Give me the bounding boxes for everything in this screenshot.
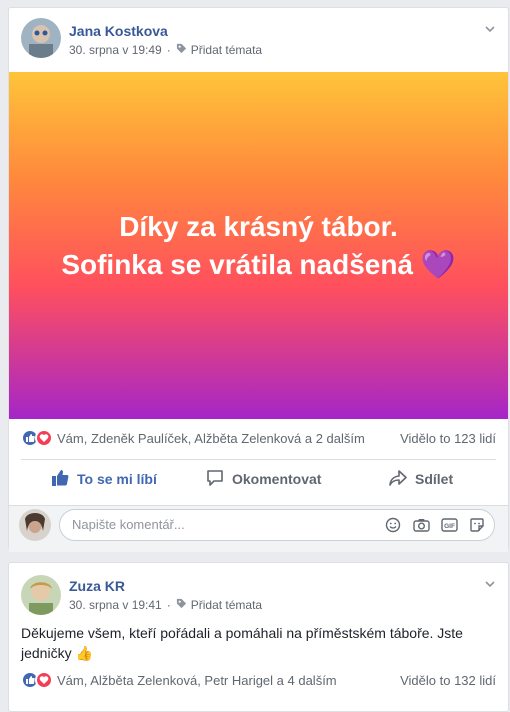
- author-name[interactable]: Zuza KR: [69, 578, 125, 594]
- reactions-summary[interactable]: Vám, Zdeněk Paulíček, Alžběta Zelenková …: [21, 427, 365, 449]
- comment-input[interactable]: Napište komentář... GIF: [59, 509, 495, 541]
- share-button-label: Sdílet: [415, 471, 454, 487]
- comment-button[interactable]: Okomentovat: [206, 462, 321, 496]
- love-reaction-icon: [35, 429, 53, 447]
- post-card: Jana Kostkova 30. srpna v 19:49 · Přidat…: [8, 7, 509, 552]
- post-background-banner: Díky za krásný tábor. Sofinka se vrátila…: [9, 72, 508, 419]
- banner-text-line-1: Díky za krásný tábor.: [119, 210, 398, 242]
- chevron-down-icon[interactable]: [484, 577, 496, 589]
- author-avatar[interactable]: [21, 18, 61, 58]
- post-date[interactable]: 30. srpna v 19:41: [69, 598, 162, 612]
- svg-text:GIF: GIF: [444, 523, 455, 530]
- tag-icon: [176, 598, 187, 612]
- love-reaction-icon: [35, 671, 53, 689]
- add-topics-link[interactable]: Přidat témata: [191, 598, 262, 612]
- like-button-label: To se mi líbí: [77, 471, 157, 487]
- reactions-summary[interactable]: Vám, Alžběta Zelenková, Petr Harigel a 4…: [21, 669, 337, 691]
- post-card: Zuza KR 30. srpna v 19:41 · Přidat témat…: [8, 562, 509, 712]
- post-meta: 30. srpna v 19:49 · Přidat témata: [69, 43, 263, 57]
- comment-composer: Napište komentář... GIF: [9, 505, 508, 552]
- comment-input-placeholder: Napište komentář...: [72, 517, 185, 532]
- reactions-text: Vám, Zdeněk Paulíček, Alžběta Zelenková …: [57, 430, 365, 446]
- share-icon: [389, 469, 407, 490]
- chevron-down-icon[interactable]: [484, 22, 496, 34]
- post-meta: 30. srpna v 19:41 · Přidat témata: [69, 598, 263, 612]
- emoji-icon[interactable]: [384, 516, 402, 534]
- seen-count[interactable]: Vidělo to 132 lidí: [400, 673, 496, 688]
- like-button[interactable]: To se mi líbí: [51, 462, 157, 496]
- comment-button-label: Okomentovat: [232, 471, 322, 487]
- add-topics-link[interactable]: Přidat témata: [191, 43, 262, 57]
- author-name[interactable]: Jana Kostkova: [69, 23, 168, 39]
- banner-text-line-2: Sofinka se vrátila nadšená 💜: [61, 248, 456, 280]
- thumbs-up-icon: [51, 469, 69, 490]
- comment-icon: [206, 469, 224, 490]
- camera-icon[interactable]: [412, 516, 430, 534]
- author-avatar[interactable]: [21, 575, 61, 615]
- sticker-icon[interactable]: [468, 516, 486, 534]
- seen-count[interactable]: Vidělo to 123 lidí: [400, 431, 496, 446]
- share-button[interactable]: Sdílet: [389, 462, 453, 496]
- post-text: Děkujeme všem, kteří pořádali a pomáhali…: [21, 625, 463, 661]
- current-user-avatar[interactable]: [19, 509, 51, 541]
- post-date[interactable]: 30. srpna v 19:49: [69, 43, 162, 57]
- gif-icon[interactable]: GIF: [440, 516, 458, 534]
- divider: [21, 459, 496, 460]
- reactions-text: Vám, Alžběta Zelenková, Petr Harigel a 4…: [57, 672, 337, 688]
- tag-icon: [176, 43, 187, 57]
